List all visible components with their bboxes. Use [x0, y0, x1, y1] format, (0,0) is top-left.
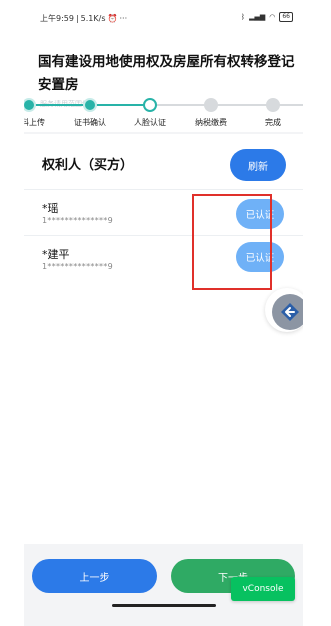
status-bar: 上午9:59 | 5.1K/s ⏰ ··· ᛒ ▂▄▆ ◠ 66	[24, 0, 303, 38]
step-dot-4	[204, 98, 218, 112]
step-label-4: 纳税缴费	[195, 118, 227, 127]
step-label-3: 人脸认证	[134, 118, 166, 127]
person-id-number: 1**************9	[42, 262, 113, 271]
refresh-button[interactable]: 刷新	[230, 149, 286, 181]
step-dot-5	[266, 98, 280, 112]
bottom-bar: 上一步 下一步 vConsole	[24, 548, 303, 626]
page-title: 国有建设用地使用权及房屋所有权转移登记安置房	[38, 54, 295, 92]
progress-steps: 服务请用范围使安 资料上传 证书确认 人脸认证 纳税缴费 完成	[24, 96, 303, 132]
prev-step-button[interactable]: 上一步	[32, 559, 157, 593]
more-icon: ···	[119, 14, 128, 23]
battery-icon: 66	[279, 12, 293, 22]
highlight-box	[192, 194, 272, 290]
right-margin	[307, 0, 331, 626]
step-dot-1	[24, 98, 36, 112]
step-line-todo	[150, 104, 303, 106]
back-arrow-icon	[281, 303, 299, 321]
step-dot-3	[143, 98, 157, 112]
wifi-icon: ◠	[269, 13, 276, 21]
home-indicator	[112, 604, 216, 607]
rights-holder-title: 权利人（买方）	[42, 158, 134, 173]
vconsole-button[interactable]: vConsole	[231, 577, 295, 601]
status-left: 上午9:59 | 5.1K/s ⏰ ···	[40, 13, 127, 24]
step-label-1: 资料上传	[24, 118, 45, 127]
alarm-icon: ⏰	[107, 14, 118, 23]
step-label-2: 证书确认	[74, 118, 106, 127]
person-name: *建平	[42, 248, 70, 261]
person-id-number: 1**************9	[42, 216, 113, 225]
floating-assist-button[interactable]	[272, 294, 303, 330]
step-label-5: 完成	[265, 118, 281, 127]
signal-icon: ▂▄▆	[249, 13, 266, 21]
status-right: ᛒ ▂▄▆ ◠ 66	[241, 12, 293, 22]
row-divider	[24, 189, 303, 190]
status-separator: |	[75, 14, 79, 23]
page-header: 国有建设用地使用权及房屋所有权转移登记安置房	[24, 38, 303, 96]
bluetooth-icon: ᛒ	[240, 13, 246, 21]
status-network-speed: 5.1K/s	[80, 14, 106, 23]
step-dot-2	[83, 98, 97, 112]
left-margin	[0, 0, 24, 626]
status-time: 上午9:59	[40, 14, 74, 23]
phone-screen: 上午9:59 | 5.1K/s ⏰ ··· ᛒ ▂▄▆ ◠ 66 国有建设用地使…	[24, 0, 303, 626]
person-name: *瑶	[42, 202, 59, 215]
